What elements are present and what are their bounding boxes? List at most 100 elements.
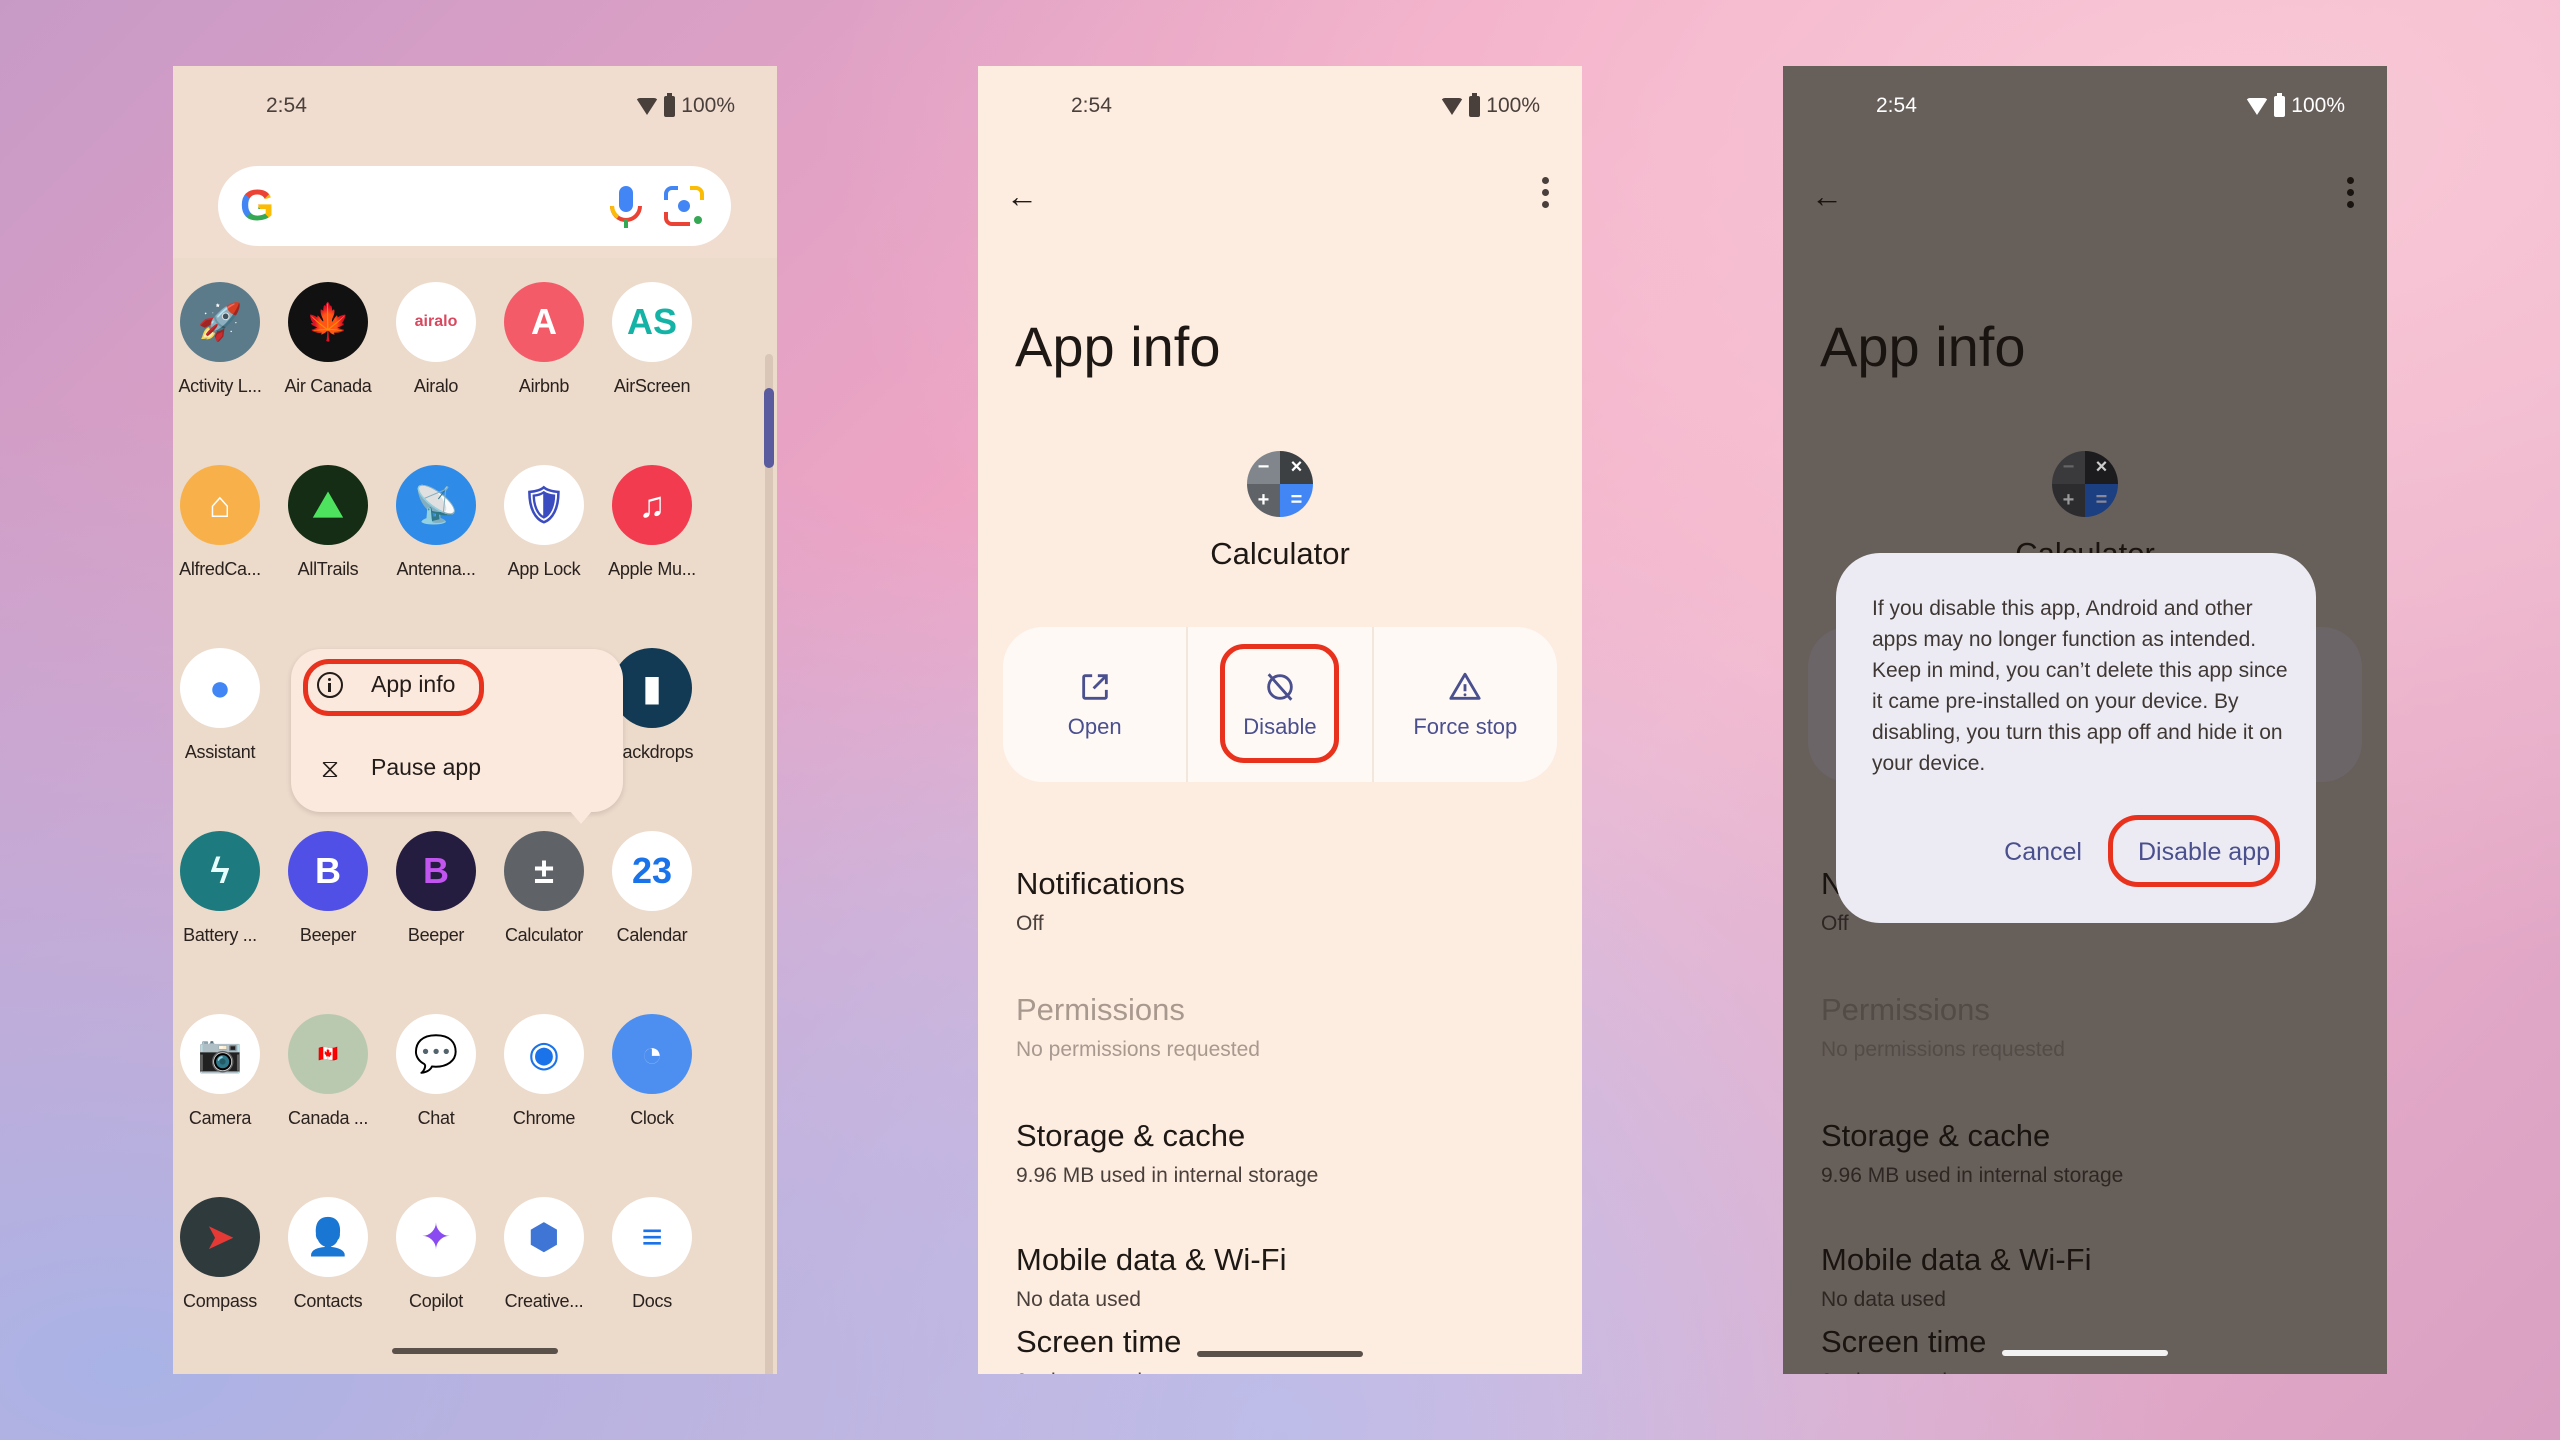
row-title: Permissions: [1821, 992, 1990, 1027]
app-launcher-item[interactable]: ♫ Apple Mu...: [598, 465, 706, 580]
settings-row-notifications[interactable]: Notifications Off: [1016, 866, 1185, 936]
antenna-icon: 📡: [396, 465, 476, 545]
battery-icon: [1469, 92, 1481, 117]
force-stop-button[interactable]: Force stop: [1374, 627, 1557, 782]
app-label: Creative...: [504, 1291, 584, 1311]
canada-topo-icon: 🇨🇦: [288, 1014, 368, 1094]
more-options-icon[interactable]: [1542, 174, 1550, 210]
battery-icon: [2274, 92, 2286, 117]
app-launcher-item[interactable]: B Beeper: [382, 831, 490, 946]
app-launcher-item[interactable]: ⌂ AlfredCa...: [173, 465, 274, 580]
app-launcher-item[interactable]: ◉ Chrome: [490, 1014, 598, 1129]
battery-level: 100%: [1486, 94, 1540, 117]
app-launcher-item[interactable]: ± Calculator: [490, 831, 598, 946]
docs-icon: ≡: [612, 1197, 692, 1277]
contacts-icon: 👤: [288, 1197, 368, 1277]
cancel-button[interactable]: Cancel: [1998, 830, 2088, 875]
app-launcher-item[interactable]: 🚀 Activity L...: [173, 282, 274, 397]
app-launcher-item[interactable]: ➤ Compass: [173, 1197, 274, 1312]
app-launcher-item[interactable]: 23 Calendar: [598, 831, 706, 946]
beeper-2-icon: B: [396, 831, 476, 911]
row-subtitle: 9.96 MB used in internal storage: [1821, 1164, 2124, 1187]
microphone-icon[interactable]: [606, 184, 646, 230]
row-subtitle: No data used: [1016, 1288, 1141, 1311]
row-title: Storage & cache: [1016, 1118, 1246, 1153]
gesture-nav-bar[interactable]: [392, 1348, 558, 1354]
scrollbar-thumb[interactable]: [764, 388, 774, 468]
app-label: Airbnb: [518, 376, 570, 396]
gesture-nav-bar[interactable]: [2002, 1350, 2168, 1356]
app-launcher-item[interactable]: AS AirScreen: [598, 282, 706, 397]
airalo-icon: airalo: [396, 282, 476, 362]
settings-row-mobile-data: Mobile data & Wi-Fi No data used: [1821, 1242, 2091, 1312]
google-lens-icon[interactable]: [662, 184, 706, 228]
open-button[interactable]: Open: [1003, 627, 1189, 782]
highlight-annotation: [303, 659, 484, 716]
app-launcher-item[interactable]: 📡 Antenna...: [382, 465, 490, 580]
force-stop-label: Force stop: [1413, 713, 1518, 739]
air-canada-icon: 🍁: [288, 282, 368, 362]
app-launcher-item[interactable]: A Airbnb: [490, 282, 598, 397]
status-time: 2:54: [266, 94, 307, 117]
app-launcher-item[interactable]: airalo Airalo: [382, 282, 490, 397]
row-subtitle: 0 minutes today: [1016, 1370, 1181, 1374]
app-launcher-item[interactable]: 📷 Camera: [173, 1014, 274, 1129]
app-drawer-screen: 2:54 100% G 🚀 Activity L... 🍁 Air Canada…: [173, 66, 777, 1374]
app-launcher-item[interactable]: 🍁 Air Canada: [274, 282, 382, 397]
menu-item-pause-app[interactable]: ⧖ Pause app: [317, 754, 481, 781]
app-launcher-item[interactable]: ◔ Clock: [598, 1014, 706, 1129]
calculator-icon: ±: [504, 831, 584, 911]
row-title: Notifications: [1016, 866, 1185, 901]
app-label: Clock: [630, 1108, 674, 1128]
app-launcher-item[interactable]: ϟ Battery ...: [173, 831, 274, 946]
activity-launcher-icon: 🚀: [180, 282, 260, 362]
app-launcher-item[interactable]: 💬 Chat: [382, 1014, 490, 1129]
hourglass-icon: ⧖: [320, 752, 340, 783]
settings-row-screen-time[interactable]: Screen time 0 minutes today: [1016, 1324, 1181, 1374]
row-subtitle: 9.96 MB used in internal storage: [1016, 1164, 1319, 1187]
status-time: 2:54: [1071, 94, 1112, 117]
app-label: Chat: [417, 1108, 455, 1128]
app-label: Beeper: [407, 925, 465, 945]
app-label: Chrome: [512, 1108, 576, 1128]
app-label: App Lock: [507, 559, 581, 579]
row-title: Screen time: [1016, 1324, 1182, 1359]
settings-row-storage[interactable]: Storage & cache 9.96 MB used in internal…: [1016, 1118, 1318, 1188]
back-arrow-icon[interactable]: ←: [1006, 178, 1038, 215]
app-launcher-item[interactable]: ✦ Copilot: [382, 1197, 490, 1312]
app-launcher-item[interactable]: B Beeper: [274, 831, 382, 946]
app-name: Calculator: [1210, 536, 1350, 571]
open-external-icon: [1081, 673, 1108, 700]
assistant-icon: ●: [180, 648, 260, 728]
airbnb-icon: A: [504, 282, 584, 362]
settings-row-mobile-data[interactable]: Mobile data & Wi-Fi No data used: [1016, 1242, 1286, 1312]
app-launcher-item[interactable]: ● Assistant: [173, 648, 274, 763]
copilot-icon: ✦: [396, 1197, 476, 1277]
battery-level: 100%: [681, 94, 735, 117]
highlight-annotation: [2108, 815, 2280, 887]
battery-icon: ϟ: [180, 831, 260, 911]
calculator-app-icon: − × + =: [2052, 451, 2118, 517]
chat-icon: 💬: [396, 1014, 476, 1094]
app-label: Air Canada: [284, 376, 372, 396]
app-label: Battery ...: [183, 925, 257, 945]
row-title: Mobile data & Wi-Fi: [1016, 1242, 1287, 1277]
gesture-nav-bar[interactable]: [1197, 1351, 1363, 1357]
app-launcher-item[interactable]: ≡ Docs: [598, 1197, 706, 1312]
calendar-icon: 23: [612, 831, 692, 911]
apple-music-icon: ♫: [612, 465, 692, 545]
app-launcher-item[interactable]: ⬢ Creative...: [490, 1197, 598, 1312]
app-label: Assistant: [184, 742, 256, 762]
scrollbar-track[interactable]: [765, 354, 773, 1374]
app-label: Antenna...: [396, 559, 476, 579]
google-search-bar[interactable]: G: [218, 166, 731, 246]
app-launcher-item[interactable]: 👤 Contacts: [274, 1197, 382, 1312]
status-bar: 2:54 100%: [978, 92, 1582, 122]
app-launcher-item[interactable]: ⛰ AllTrails: [274, 465, 382, 580]
app-label: Calendar: [616, 925, 688, 945]
settings-row-permissions: Permissions No permissions requested: [1821, 992, 2065, 1062]
row-subtitle: 0 minutes today: [1821, 1370, 1986, 1374]
app-launcher-item[interactable]: 🇨🇦 Canada ...: [274, 1014, 382, 1129]
menu-item-label: Pause app: [371, 754, 481, 780]
app-launcher-item[interactable]: 🛡 App Lock: [490, 465, 598, 580]
